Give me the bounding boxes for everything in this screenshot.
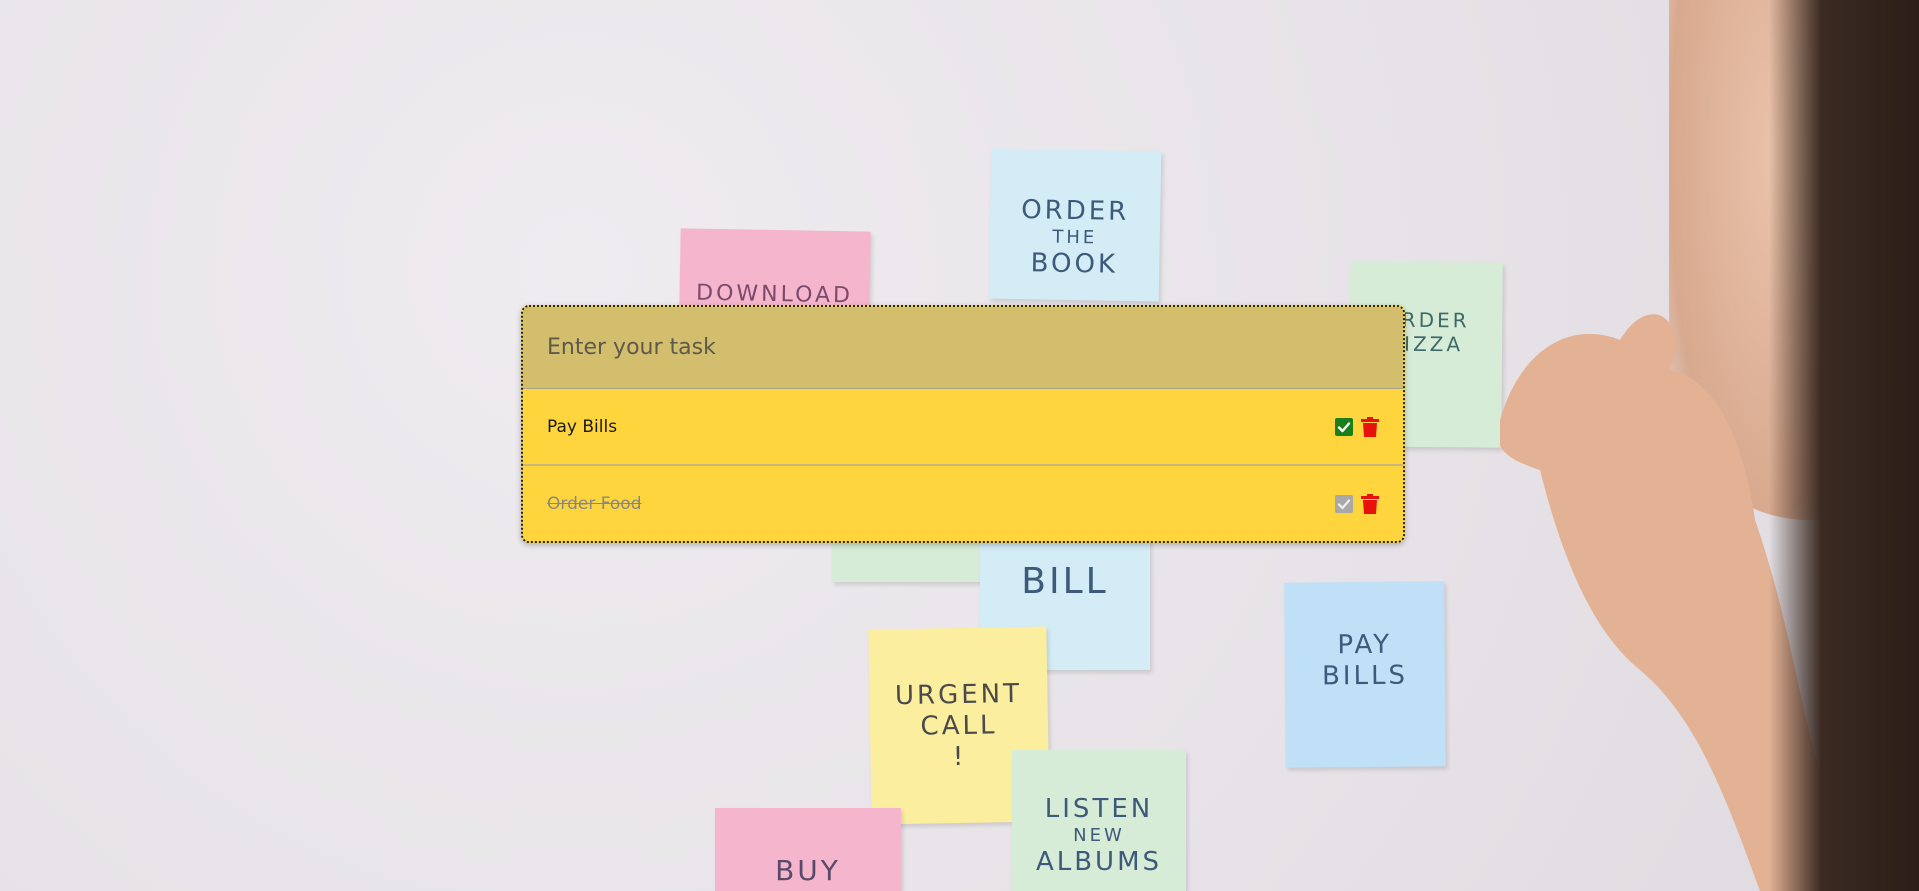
sticky-note-buy: BUY xyxy=(715,808,901,891)
sticky-note-download: DOWNLOAD xyxy=(679,228,871,312)
task-label: Order Food xyxy=(547,493,642,514)
trash-icon[interactable] xyxy=(1361,493,1379,514)
check-square-icon[interactable] xyxy=(1335,494,1353,513)
task-actions xyxy=(1335,493,1379,514)
todo-panel: Pay Bills Order Food xyxy=(521,305,1405,543)
task-actions xyxy=(1335,416,1379,437)
sticky-note-order-the-book: ORDER THE BOOK xyxy=(988,148,1162,302)
task-item-pay-bills: Pay Bills xyxy=(523,389,1403,466)
task-item-order-food: Order Food xyxy=(523,466,1403,541)
trash-icon[interactable] xyxy=(1361,416,1379,437)
check-square-icon[interactable] xyxy=(1335,417,1353,436)
task-label: Pay Bills xyxy=(547,416,618,437)
sticky-note-listen-new-albums: LISTEN NEW ALBUMS xyxy=(1012,750,1186,891)
sticky-note-pay-bills: PAY BILLS xyxy=(1284,581,1446,768)
task-input[interactable] xyxy=(523,307,1403,389)
person-hair xyxy=(1769,0,1919,891)
